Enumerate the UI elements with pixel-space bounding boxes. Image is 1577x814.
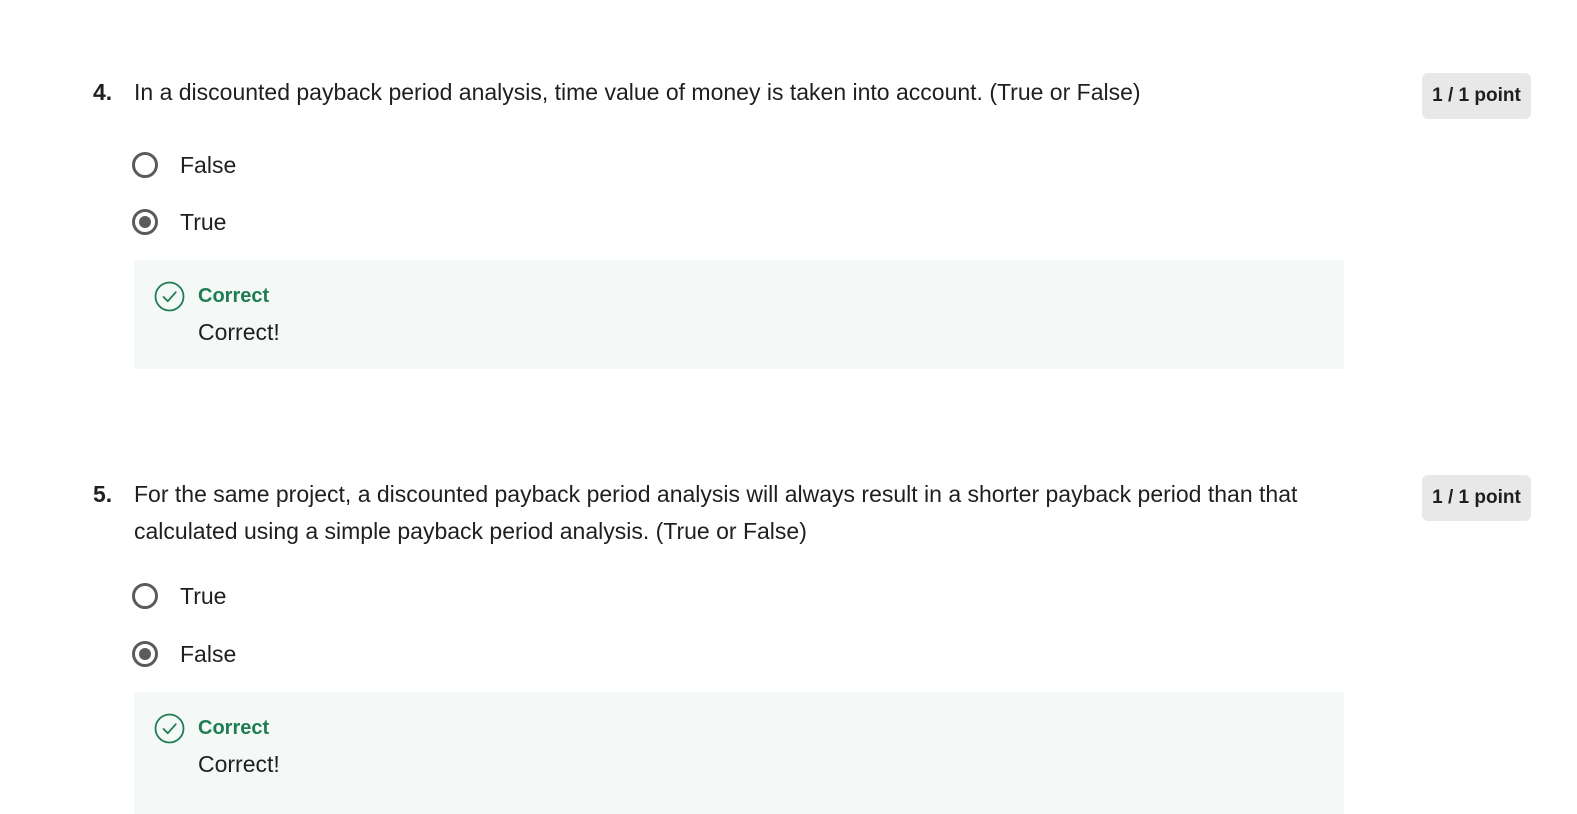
points-badge: 1 / 1 point (1422, 73, 1531, 119)
feedback-panel: Correct Correct! (134, 692, 1344, 814)
option-false[interactable]: False (132, 148, 236, 182)
question-number: 4. (93, 79, 113, 105)
feedback-text: Correct! (198, 319, 280, 345)
question-text: For the same project, a discounted payba… (134, 481, 1298, 544)
option-label: False (180, 152, 237, 178)
option-label: True (180, 209, 227, 235)
feedback-panel: Correct Correct! (134, 260, 1344, 369)
option-true[interactable]: True (132, 205, 226, 239)
radio-button-selected[interactable] (132, 209, 158, 235)
points-badge: 1 / 1 point (1422, 475, 1531, 521)
option-false[interactable]: False (132, 637, 236, 671)
feedback-text: Correct! (198, 751, 280, 777)
radio-button[interactable] (132, 152, 158, 178)
radio-button-selected[interactable] (132, 641, 158, 667)
feedback-title: Correct (198, 717, 270, 739)
question-number: 5. (93, 481, 113, 507)
check-circle-icon (154, 713, 185, 744)
question-text: In a discounted payback period analysis,… (134, 79, 1141, 105)
option-label: False (180, 641, 237, 667)
radio-button[interactable] (132, 583, 158, 609)
check-circle-icon (154, 281, 185, 312)
option-label: True (180, 583, 227, 609)
feedback-title: Correct (198, 285, 270, 307)
option-true[interactable]: True (132, 579, 226, 613)
